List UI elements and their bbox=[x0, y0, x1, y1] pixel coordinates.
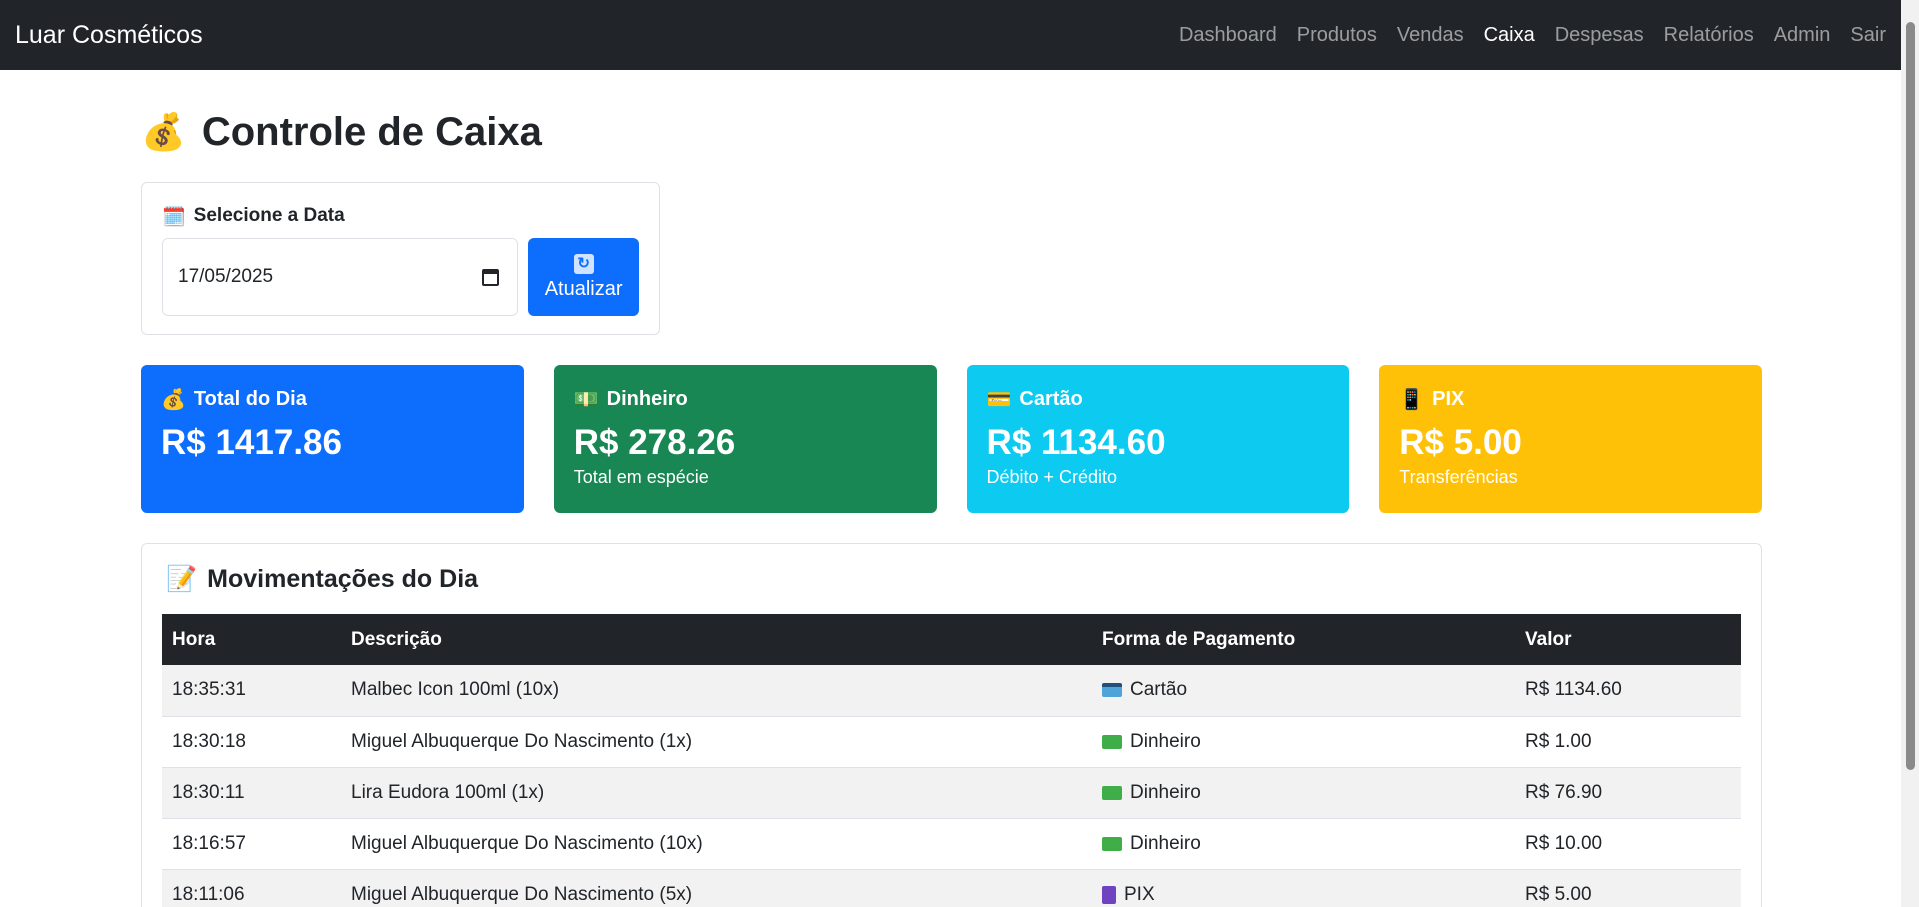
cell-valor: R$ 76.90 bbox=[1515, 767, 1741, 819]
calendar-picker-icon[interactable] bbox=[482, 268, 500, 286]
main-content: 💰 Controle de Caixa 🗓️ Selecione a Data … bbox=[141, 70, 1762, 907]
cell-valor: R$ 5.00 bbox=[1515, 869, 1741, 907]
cell-valor: R$ 1.00 bbox=[1515, 716, 1741, 768]
card-value: R$ 1417.86 bbox=[161, 423, 342, 462]
banknote-icon bbox=[1102, 734, 1122, 749]
cell-pagamento: Cartão bbox=[1092, 665, 1515, 717]
table-row: 18:30:18 Miguel Albuquerque Do Nasciment… bbox=[162, 716, 1741, 768]
movements-title-text: Movimentações do Dia bbox=[207, 564, 479, 593]
card-title: 💰 Total do Dia bbox=[161, 387, 504, 411]
cell-pagamento: Dinheiro bbox=[1092, 716, 1515, 768]
top-navbar: Luar Cosméticos Dashboard Produtos Venda… bbox=[0, 0, 1901, 70]
column-header-descricao: Descrição bbox=[351, 628, 442, 650]
card-title-text: Dinheiro bbox=[606, 387, 688, 410]
page-title: 💰 Controle de Caixa bbox=[141, 102, 1762, 162]
card-dinheiro: 💵 Dinheiro R$ 278.26 Total em espécie bbox=[553, 365, 937, 513]
cell-hora: 18:35:31 bbox=[162, 665, 341, 717]
cell-valor: R$ 1134.60 bbox=[1515, 665, 1741, 717]
date-label: 🗓️ Selecione a Data bbox=[162, 203, 639, 229]
cell-pagamento: Dinheiro bbox=[1092, 818, 1515, 870]
cell-descricao: Lira Eudora 100ml (1x) bbox=[341, 767, 1092, 819]
memo-icon: 📝 bbox=[166, 564, 198, 593]
card-title-text: PIX bbox=[1432, 387, 1465, 410]
movements-title: 📝 Movimentações do Dia bbox=[162, 544, 1741, 614]
card-total-do-dia: 💰 Total do Dia R$ 1417.86 bbox=[141, 365, 524, 513]
card-title-text: Total do Dia bbox=[193, 387, 307, 410]
card-value: R$ 278.26 bbox=[573, 423, 736, 462]
brand-logo[interactable]: Luar Cosméticos bbox=[15, 21, 203, 50]
table-row: 18:30:11 Lira Eudora 100ml (1x) Dinheiro… bbox=[162, 767, 1741, 819]
mobile-phone-icon bbox=[1102, 885, 1116, 904]
cell-hora: 18:30:11 bbox=[162, 767, 341, 819]
cell-pagamento-text: Dinheiro bbox=[1130, 832, 1201, 854]
nav-link-relatorios[interactable]: Relatórios bbox=[1664, 24, 1754, 47]
money-bag-icon: 💰 bbox=[161, 387, 186, 411]
movements-card: 📝 Movimentações do Dia Hora Descrição Fo… bbox=[141, 543, 1762, 907]
card-value: R$ 5.00 bbox=[1399, 423, 1522, 462]
cell-pagamento-text: Dinheiro bbox=[1130, 730, 1201, 752]
nav-link-despesas[interactable]: Despesas bbox=[1555, 24, 1644, 47]
calendar-icon: 🗓️ bbox=[162, 205, 186, 228]
cell-pagamento-text: PIX bbox=[1124, 883, 1155, 905]
cell-hora: 18:11:06 bbox=[162, 869, 341, 907]
date-row: 17/05/2025 ↻ Atualizar bbox=[162, 238, 639, 316]
cell-descricao: Miguel Albuquerque Do Nascimento (5x) bbox=[341, 869, 1092, 907]
cell-pagamento: PIX bbox=[1092, 869, 1515, 907]
card-subtitle: Débito + Crédito bbox=[986, 467, 1118, 487]
column-header-valor: Valor bbox=[1525, 628, 1572, 650]
cell-pagamento-text: Dinheiro bbox=[1130, 781, 1201, 803]
table-row: 18:11:06 Miguel Albuquerque Do Nasciment… bbox=[162, 869, 1741, 907]
banknote-icon bbox=[1102, 836, 1122, 851]
mobile-phone-icon: 📱 bbox=[1399, 387, 1425, 411]
credit-card-icon: 💳 bbox=[986, 387, 1012, 411]
card-title: 📱 PIX bbox=[1399, 387, 1742, 411]
nav-link-caixa[interactable]: Caixa bbox=[1484, 24, 1535, 47]
card-subtitle: Total em espécie bbox=[573, 467, 709, 487]
card-cartao: 💳 Cartão R$ 1134.60 Débito + Crédito bbox=[966, 365, 1350, 513]
card-subtitle: Transferências bbox=[1399, 467, 1518, 487]
nav-link-produtos[interactable]: Produtos bbox=[1297, 24, 1377, 47]
cell-pagamento: Dinheiro bbox=[1092, 767, 1515, 819]
column-header-hora: Hora bbox=[172, 628, 216, 650]
date-label-text: Selecione a Data bbox=[193, 205, 345, 226]
cell-hora: 18:16:57 bbox=[162, 818, 341, 870]
cell-valor: R$ 10.00 bbox=[1515, 818, 1741, 870]
cell-hora: 18:30:18 bbox=[162, 716, 341, 768]
nav-link-sair[interactable]: Sair bbox=[1850, 24, 1886, 47]
card-title: 💵 Dinheiro bbox=[574, 387, 917, 411]
date-input[interactable]: 17/05/2025 bbox=[162, 238, 519, 316]
card-value: R$ 1134.60 bbox=[986, 423, 1166, 462]
update-button-label: Atualizar bbox=[544, 277, 623, 300]
table-row: 18:16:57 Miguel Albuquerque Do Nasciment… bbox=[162, 818, 1741, 870]
banknote-icon: 💵 bbox=[573, 387, 599, 411]
page-title-text: Controle de Caixa bbox=[201, 109, 542, 154]
summary-cards: 💰 Total do Dia R$ 1417.86 💵 Dinheiro R$ … bbox=[141, 365, 1762, 513]
cell-descricao: Miguel Albuquerque Do Nascimento (1x) bbox=[341, 716, 1092, 768]
refresh-icon: ↻ bbox=[573, 253, 594, 274]
scrollbar-thumb[interactable] bbox=[1906, 22, 1915, 770]
card-title-text: Cartão bbox=[1019, 387, 1083, 410]
nav-link-dashboard[interactable]: Dashboard bbox=[1179, 24, 1277, 47]
update-button[interactable]: ↻ Atualizar bbox=[528, 238, 639, 316]
nav-link-vendas[interactable]: Vendas bbox=[1397, 24, 1464, 47]
credit-card-icon bbox=[1102, 683, 1122, 698]
column-header-pagamento: Forma de Pagamento bbox=[1102, 628, 1296, 650]
cell-pagamento-text: Cartão bbox=[1130, 679, 1188, 701]
nav-menu: Dashboard Produtos Vendas Caixa Despesas… bbox=[1179, 24, 1886, 47]
cell-descricao: Miguel Albuquerque Do Nascimento (10x) bbox=[341, 818, 1092, 870]
money-bag-icon: 💰 bbox=[141, 112, 186, 153]
nav-link-admin[interactable]: Admin bbox=[1774, 24, 1831, 47]
card-title: 💳 Cartão bbox=[987, 387, 1330, 411]
page-scrollbar[interactable] bbox=[1901, 0, 1919, 907]
table-row: 18:35:31 Malbec Icon 100ml (10x) Cartão … bbox=[162, 665, 1741, 717]
banknote-icon bbox=[1102, 785, 1122, 800]
movements-table: Hora Descrição Forma de Pagamento Valor … bbox=[162, 614, 1741, 907]
cell-descricao: Malbec Icon 100ml (10x) bbox=[341, 665, 1092, 717]
date-input-value: 17/05/2025 bbox=[178, 266, 274, 287]
table-header-row: Hora Descrição Forma de Pagamento Valor bbox=[162, 614, 1741, 665]
card-pix: 📱 PIX R$ 5.00 Transferências bbox=[1379, 365, 1762, 513]
date-select-card: 🗓️ Selecione a Data 17/05/2025 ↻ Atualiz… bbox=[141, 182, 660, 335]
